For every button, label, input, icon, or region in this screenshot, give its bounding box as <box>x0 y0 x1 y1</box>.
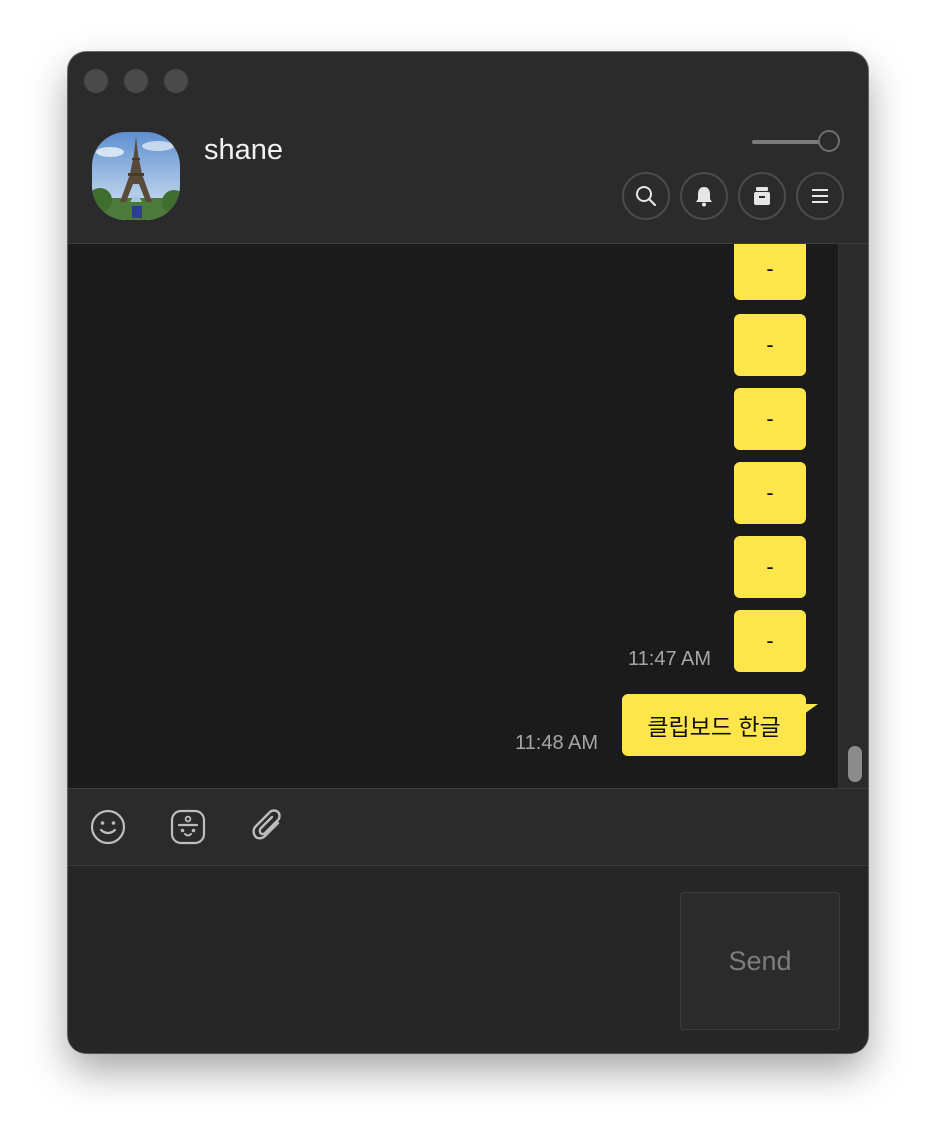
menu-icon <box>812 189 828 203</box>
menu-button[interactable] <box>796 172 844 220</box>
scrollbar-thumb[interactable] <box>848 746 862 782</box>
message-timestamp: 11:47 AM <box>628 648 712 670</box>
paperclip-icon <box>252 809 281 840</box>
minimize-window-button[interactable] <box>124 69 148 93</box>
attach-file-button[interactable] <box>248 807 288 847</box>
chat-header: shane <box>68 108 868 244</box>
close-window-button[interactable] <box>84 69 108 93</box>
message-list[interactable]: - - - - - - 11:47 AM 클립보드 한글 11:48 AM <box>68 244 838 788</box>
opacity-slider-handle[interactable] <box>818 130 840 152</box>
message-timestamp: 11:48 AM <box>515 732 599 754</box>
title-bar <box>68 52 868 108</box>
message-bubble[interactable]: - <box>734 244 806 300</box>
emoji-button[interactable] <box>88 807 128 847</box>
message-bubble[interactable]: 클립보드 한글 <box>622 694 806 756</box>
avatar[interactable] <box>92 132 180 220</box>
composer-area: Send <box>68 866 868 1053</box>
emoticon-button[interactable] <box>168 807 208 847</box>
chat-window: shane - - - - - - 11:47 AM 클립보드 한글 11:48… <box>68 52 868 1053</box>
drawer-button[interactable] <box>738 172 786 220</box>
chat-username: shane <box>204 134 284 166</box>
search-icon <box>636 186 657 207</box>
message-bubble[interactable]: - <box>734 536 806 598</box>
emoticon-icon <box>170 809 206 845</box>
notification-button[interactable] <box>680 172 728 220</box>
bell-icon <box>696 187 712 207</box>
drawer-icon <box>754 187 770 205</box>
message-input[interactable] <box>84 882 668 1036</box>
message-bubble[interactable]: - <box>734 314 806 376</box>
bubble-tail <box>804 704 818 714</box>
message-bubble[interactable]: - <box>734 388 806 450</box>
message-bubble[interactable]: - <box>734 610 806 672</box>
eiffel-tower-photo-icon <box>92 132 180 220</box>
zoom-window-button[interactable] <box>164 69 188 93</box>
message-bubble[interactable]: - <box>734 462 806 524</box>
send-button[interactable]: Send <box>680 892 840 1030</box>
search-button[interactable] <box>622 172 670 220</box>
composer-toolbar <box>68 788 868 866</box>
message-scrollbar[interactable] <box>838 244 868 788</box>
smiley-icon <box>90 809 126 845</box>
